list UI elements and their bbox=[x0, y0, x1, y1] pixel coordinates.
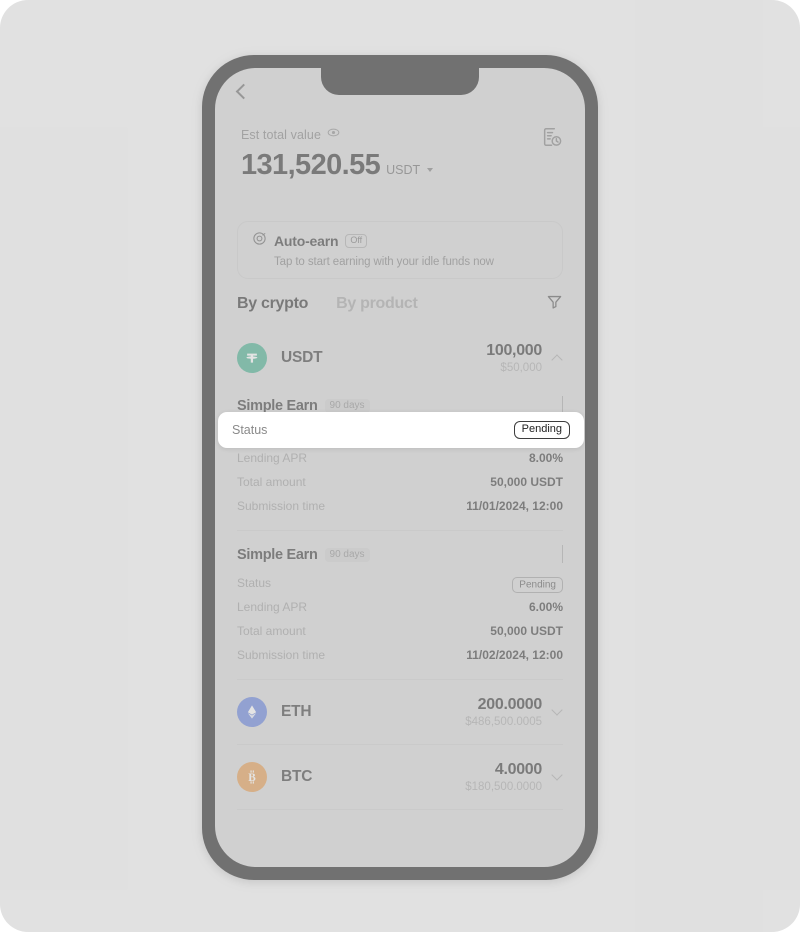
asset-fiat-value: $50,000 bbox=[500, 362, 542, 374]
asset-symbol: BTC bbox=[281, 768, 313, 785]
earn-product-term: 90 days bbox=[324, 548, 370, 562]
page-root: Est total value 131,520.55 USDT Auto-ear… bbox=[0, 0, 800, 932]
auto-earn-target-icon bbox=[252, 231, 267, 251]
total-value-amount: 131,520.55 bbox=[241, 149, 381, 181]
asset-row-btc[interactable]: B BTC 4.0000 $180,500.0000 bbox=[215, 745, 585, 809]
asset-amounts: 100,000 $50,000 bbox=[486, 342, 542, 374]
asset-list: USDT 100,000 $50,000 Simple Earn 90 days… bbox=[215, 326, 585, 810]
usdt-logo-icon bbox=[237, 343, 267, 373]
detail-value: 8.00% bbox=[528, 451, 563, 465]
tab-bar: By crypto By product bbox=[237, 293, 563, 315]
asset-fiat-value: $180,500.0000 bbox=[465, 781, 542, 793]
earn-detail-row: Submission time 11/02/2024, 12:00 bbox=[237, 643, 563, 667]
detail-key: Submission time bbox=[237, 648, 326, 662]
asset-amount: 100,000 bbox=[486, 342, 542, 359]
detail-value: 50,000 USDT bbox=[490, 475, 563, 489]
status-badge: Pending bbox=[512, 576, 563, 593]
earn-product-title: Simple Earn bbox=[237, 547, 318, 563]
highlighted-status-row[interactable]: Status Pending bbox=[218, 412, 584, 448]
auto-earn-status-badge: Off bbox=[345, 234, 368, 248]
earn-product-block: Simple Earn 90 days Status Pending Lendi… bbox=[215, 390, 585, 530]
earn-product-block: Simple Earn 90 days Status Pending Lendi… bbox=[215, 531, 585, 679]
chevron-left-icon bbox=[235, 83, 252, 99]
detail-value: 6.00% bbox=[528, 600, 563, 614]
asset-row-usdt[interactable]: USDT 100,000 $50,000 bbox=[215, 326, 585, 390]
filter-funnel-icon[interactable] bbox=[546, 293, 563, 315]
auto-earn-title-row: Auto-earn Off bbox=[252, 231, 548, 251]
section-divider bbox=[237, 809, 563, 810]
auto-earn-banner[interactable]: Auto-earn Off Tap to start earning with … bbox=[237, 221, 563, 279]
app-screen-content: Est total value 131,520.55 USDT Auto-ear… bbox=[215, 68, 585, 867]
status-label: Status bbox=[232, 423, 268, 437]
earn-detail-row: Total amount 50,000 USDT bbox=[237, 470, 563, 494]
svg-text:B: B bbox=[248, 772, 256, 784]
detail-value: 11/01/2024, 12:00 bbox=[466, 499, 563, 513]
total-value-row: 131,520.55 USDT bbox=[241, 149, 559, 182]
detail-key: Lending APR bbox=[237, 451, 308, 465]
asset-amount: 4.0000 bbox=[494, 761, 542, 778]
chevron-right-icon[interactable] bbox=[562, 545, 563, 564]
est-total-value-row: Est total value bbox=[241, 126, 559, 144]
earn-detail-row: Lending APR 8.00% bbox=[237, 446, 563, 470]
asset-row-eth[interactable]: ETH 200.0000 $486,500.0005 bbox=[215, 680, 585, 744]
detail-key: Total amount bbox=[237, 475, 306, 489]
earn-detail-row: Submission time 11/01/2024, 12:00 bbox=[237, 494, 563, 518]
asset-amounts: 4.0000 $180,500.0000 bbox=[465, 761, 542, 793]
detail-value: 50,000 USDT bbox=[490, 624, 563, 638]
chevron-down-icon[interactable] bbox=[551, 769, 563, 781]
chevron-up-icon[interactable] bbox=[551, 354, 563, 366]
detail-value: Pending bbox=[512, 576, 563, 593]
detail-key: Submission time bbox=[237, 499, 326, 513]
eth-logo-icon bbox=[237, 697, 267, 727]
asset-fiat-value: $486,500.0005 bbox=[465, 716, 542, 728]
detail-key: Total amount bbox=[237, 624, 306, 638]
phone-screen: Est total value 131,520.55 USDT Auto-ear… bbox=[215, 68, 585, 867]
caret-down-icon[interactable] bbox=[427, 168, 434, 172]
back-button[interactable] bbox=[229, 78, 255, 104]
order-history-icon[interactable] bbox=[541, 126, 563, 153]
balance-header: Est total value 131,520.55 USDT bbox=[215, 126, 585, 182]
asset-amount: 200.0000 bbox=[477, 696, 543, 713]
earn-product-header[interactable]: Simple Earn 90 days bbox=[237, 539, 563, 571]
earn-product-term: 90 days bbox=[324, 399, 370, 413]
eye-icon[interactable] bbox=[327, 126, 340, 144]
detail-value: 11/02/2024, 12:00 bbox=[466, 648, 563, 662]
asset-symbol: ETH bbox=[281, 703, 312, 720]
asset-symbol: USDT bbox=[281, 349, 323, 366]
tab-by-product[interactable]: By product bbox=[336, 295, 418, 313]
est-total-value-label: Est total value bbox=[241, 128, 322, 142]
chevron-down-icon[interactable] bbox=[551, 704, 563, 716]
tab-by-crypto[interactable]: By crypto bbox=[237, 295, 308, 313]
detail-key: Lending APR bbox=[237, 600, 308, 614]
auto-earn-title: Auto-earn bbox=[274, 233, 339, 249]
phone-frame: Est total value 131,520.55 USDT Auto-ear… bbox=[202, 55, 598, 880]
phone-notch bbox=[321, 68, 479, 95]
earn-detail-row: Lending APR 6.00% bbox=[237, 595, 563, 619]
auto-earn-subtitle: Tap to start earning with your idle fund… bbox=[274, 256, 494, 268]
status-badge: Pending bbox=[513, 421, 570, 439]
earn-detail-row: Status Pending bbox=[237, 571, 563, 595]
asset-amounts: 200.0000 $486,500.0005 bbox=[465, 696, 542, 728]
earn-detail-row: Total amount 50,000 USDT bbox=[237, 619, 563, 643]
total-value-unit: USDT bbox=[386, 163, 421, 177]
btc-logo-icon: B bbox=[237, 762, 267, 792]
detail-key: Status bbox=[237, 576, 272, 590]
